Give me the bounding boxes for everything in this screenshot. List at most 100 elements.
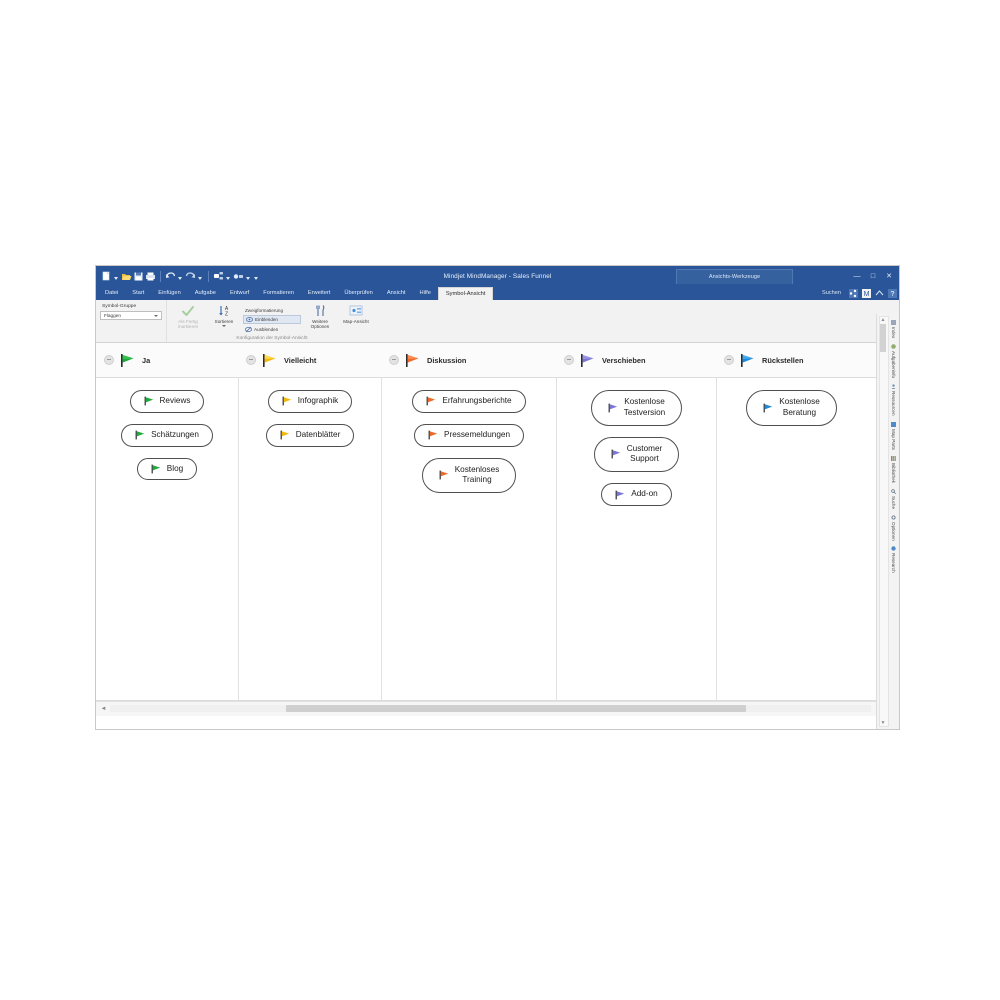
column-ja: Reviews Schätzungen Blog bbox=[96, 378, 238, 700]
options-icon bbox=[313, 303, 327, 319]
column-title: Rückstellen bbox=[762, 355, 804, 365]
card-kostenlose-testversion[interactable]: Kostenlose Testversion bbox=[590, 390, 683, 426]
rail-tab-index[interactable]: Index bbox=[891, 317, 896, 341]
sort-button[interactable]: A Z Sortieren bbox=[207, 303, 241, 328]
column-header-verschieben[interactable]: Verschieben bbox=[556, 343, 716, 377]
tab-formatieren[interactable]: Formatieren bbox=[256, 286, 301, 300]
hide-branch-formatting-label: Ausblenden bbox=[254, 327, 279, 332]
symbol-group-dropdown[interactable]: Flaggen bbox=[100, 311, 162, 320]
show-icon bbox=[246, 316, 253, 323]
column-rueckstellen: Kostenlose Beratung bbox=[716, 378, 866, 700]
collapse-column-icon[interactable] bbox=[389, 355, 399, 365]
collapse-column-icon[interactable] bbox=[564, 355, 574, 365]
card-label: Kostenloses Training bbox=[454, 464, 500, 485]
share-icon[interactable] bbox=[849, 288, 858, 298]
print-icon[interactable] bbox=[145, 271, 156, 282]
rail-tab-label: Map Parts bbox=[891, 428, 896, 450]
collapse-column-icon[interactable] bbox=[246, 355, 256, 365]
card-kostenloses-training[interactable]: Kostenloses Training bbox=[421, 457, 517, 494]
redo-dropdown-icon[interactable] bbox=[198, 276, 202, 280]
tab-aufgabe[interactable]: Aufgabe bbox=[188, 286, 223, 300]
save-icon[interactable] bbox=[133, 271, 144, 282]
scroll-up-button[interactable]: ▲ bbox=[880, 317, 886, 323]
ribbon-display-options-icon[interactable] bbox=[875, 289, 884, 298]
more-options-button[interactable]: Weitere Optionen bbox=[303, 303, 337, 330]
rail-tab-research[interactable]: Research bbox=[891, 543, 896, 576]
card-add-on[interactable]: Add-on bbox=[601, 483, 672, 507]
sort-dropdown-icon[interactable] bbox=[222, 325, 226, 328]
account-icon[interactable]: M bbox=[862, 288, 871, 298]
undo-dropdown-icon[interactable] bbox=[178, 276, 182, 280]
redo-icon[interactable] bbox=[185, 271, 196, 282]
tab-ueberpruefen[interactable]: Überprüfen bbox=[337, 286, 379, 300]
column-header-diskussion[interactable]: Diskussion bbox=[381, 343, 556, 377]
maximize-button[interactable]: □ bbox=[865, 266, 881, 286]
close-button[interactable]: ✕ bbox=[881, 266, 897, 286]
card-infographik[interactable]: Infographik bbox=[267, 390, 353, 413]
ribbon-group-konfiguration: Als Fertig markieren A Z Sortieren Zweig… bbox=[166, 300, 377, 342]
quick-access-toolbar bbox=[96, 270, 260, 282]
rail-tab-suche[interactable]: Suche bbox=[891, 486, 896, 512]
card-erfahrungsberichte[interactable]: Erfahrungsberichte bbox=[412, 390, 526, 413]
undo-icon[interactable] bbox=[165, 271, 176, 282]
column-header-rueckstellen[interactable]: Rückstellen bbox=[716, 343, 866, 377]
symbol-group-dropdown-value: Flaggen bbox=[104, 313, 121, 318]
scroll-left-button[interactable]: ◄ bbox=[98, 704, 109, 715]
minimize-button[interactable]: — bbox=[849, 266, 865, 286]
mindmanager-window: Mindjet MindManager - Sales Funnel Ansic… bbox=[95, 265, 900, 730]
tab-erweitert[interactable]: Erweitert bbox=[301, 286, 337, 300]
subtopic-icon[interactable] bbox=[233, 271, 244, 282]
card-customer-support[interactable]: Customer Support bbox=[593, 436, 680, 473]
tab-hilfe[interactable]: Hilfe bbox=[413, 286, 438, 300]
tab-entwurf[interactable]: Entwurf bbox=[223, 286, 256, 300]
map-view-icon bbox=[349, 303, 363, 319]
column-title: Verschieben bbox=[602, 355, 646, 365]
column-header-vielleicht[interactable]: Vielleicht bbox=[238, 343, 381, 377]
new-document-dropdown-icon[interactable] bbox=[114, 276, 118, 280]
tab-start[interactable]: Start bbox=[125, 286, 151, 300]
rail-tab-optionen[interactable]: Optionen bbox=[891, 512, 896, 544]
new-topic-icon[interactable] bbox=[213, 271, 224, 282]
tab-einfuegen[interactable]: Einfügen bbox=[151, 286, 187, 300]
mark-complete-button[interactable]: Als Fertig markieren bbox=[171, 303, 205, 330]
vertical-scroll-thumb[interactable] bbox=[880, 324, 886, 352]
horizontal-scrollbar[interactable]: ◄ ▼ bbox=[96, 701, 899, 716]
rail-tab-ressourcen[interactable]: Ressourcen bbox=[891, 381, 896, 419]
scroll-thumb[interactable] bbox=[286, 705, 746, 712]
card-kostenlose-beratung[interactable]: Kostenlose Beratung bbox=[746, 390, 837, 426]
search-input[interactable]: Suchen bbox=[822, 290, 845, 296]
open-folder-icon[interactable] bbox=[121, 271, 132, 282]
column-verschieben: Kostenlose Testversion Customer Support … bbox=[556, 378, 716, 700]
map-view-button[interactable]: Map-Ansicht bbox=[339, 303, 373, 324]
subtopic-dropdown-icon[interactable] bbox=[246, 276, 250, 280]
show-branch-formatting-button[interactable]: Einblenden bbox=[243, 315, 301, 324]
tab-ansicht[interactable]: Ansicht bbox=[380, 286, 413, 300]
help-icon[interactable]: ? bbox=[888, 288, 897, 298]
tab-datei[interactable]: Datei bbox=[96, 286, 125, 300]
column-title: Vielleicht bbox=[284, 355, 317, 365]
rail-tab-bibliothek[interactable]: Bibliothek bbox=[891, 453, 896, 486]
card-datenblaetter[interactable]: Datenblätter bbox=[265, 423, 355, 447]
new-topic-dropdown-icon[interactable] bbox=[226, 276, 230, 280]
ribbon-tab-strip: Datei Start Einfügen Aufgabe Entwurf For… bbox=[96, 286, 899, 300]
card-blog[interactable]: Blog bbox=[136, 457, 198, 481]
card-pressemeldungen[interactable]: Pressemeldungen bbox=[414, 423, 524, 447]
collapse-column-icon[interactable] bbox=[724, 355, 734, 365]
qat-more-icon[interactable] bbox=[254, 276, 258, 280]
ribbon-body: Symbol-Gruppe Flaggen Als Fertig markier… bbox=[96, 300, 899, 343]
toolbar-divider-2 bbox=[208, 270, 209, 282]
sort-az-icon: A Z bbox=[217, 303, 231, 319]
ribbon-group-label: Konfiguration der Symbol-Ansicht bbox=[236, 336, 308, 341]
card-reviews[interactable]: Reviews bbox=[129, 390, 205, 413]
tab-symbol-ansicht[interactable]: Symbol-Ansicht bbox=[437, 287, 494, 300]
flag-green-icon bbox=[120, 353, 136, 368]
flag-orange-icon bbox=[426, 396, 437, 406]
card-schaetzungen[interactable]: Schätzungen bbox=[121, 423, 213, 447]
hide-branch-formatting-button[interactable]: Ausblenden bbox=[243, 325, 301, 334]
collapse-column-icon[interactable] bbox=[104, 355, 114, 365]
scroll-down-button[interactable]: ▼ bbox=[880, 720, 886, 726]
new-document-icon[interactable] bbox=[101, 271, 112, 282]
rail-tab-map-parts[interactable]: Map Parts bbox=[891, 419, 896, 453]
column-header-ja[interactable]: Ja bbox=[96, 343, 238, 377]
rail-tab-aufgabeninfo[interactable]: Aufgabeninfo bbox=[891, 341, 896, 381]
